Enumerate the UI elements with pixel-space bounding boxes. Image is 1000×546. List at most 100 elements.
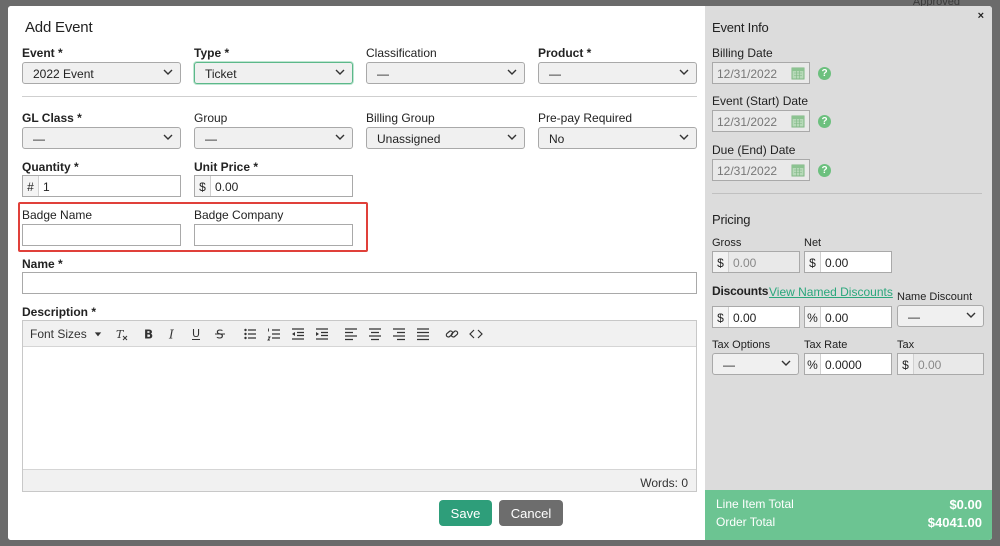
name-discount-label: Name Discount: [897, 291, 973, 303]
type-select[interactable]: Ticket: [194, 62, 353, 84]
close-icon[interactable]: ×: [978, 10, 984, 22]
align-right-icon[interactable]: [391, 326, 407, 342]
due-end-date-label: Due (End) Date: [712, 143, 796, 157]
chevron-down-icon: [335, 69, 345, 75]
discount-percent-field[interactable]: % 0.00: [804, 306, 892, 328]
tax-field: $ 0.00: [897, 353, 984, 375]
chevron-down-icon: [507, 134, 517, 140]
net-field[interactable]: $ 0.00: [804, 251, 892, 273]
event-start-date-value: 12/31/2022: [717, 115, 778, 129]
totals-bar: Line Item Total $0.00 Order Total $4041.…: [705, 490, 992, 540]
net-prefix: $: [805, 252, 821, 272]
product-select-value: —: [549, 67, 561, 81]
svg-text:B: B: [144, 328, 153, 342]
quantity-field[interactable]: # 1: [22, 175, 181, 197]
line-item-total-label: Line Item Total: [716, 497, 794, 511]
link-icon[interactable]: [444, 326, 460, 342]
due-end-date-input[interactable]: 12/31/2022: [712, 159, 810, 181]
strikethrough-icon[interactable]: S: [212, 326, 228, 342]
sidebar-divider: [712, 193, 982, 194]
prepay-select[interactable]: No: [538, 127, 697, 149]
gl-class-select[interactable]: —: [22, 127, 181, 149]
unit-price-value: 0.00: [215, 180, 239, 194]
classification-select[interactable]: —: [366, 62, 525, 84]
group-select-value: —: [205, 132, 217, 146]
event-select[interactable]: 2022 Event: [22, 62, 181, 84]
due-end-date-value: 12/31/2022: [717, 164, 778, 178]
align-center-icon[interactable]: [367, 326, 383, 342]
bold-icon[interactable]: B: [140, 326, 156, 342]
prepay-select-value: No: [549, 132, 565, 146]
help-icon[interactable]: ?: [818, 67, 831, 80]
quantity-value: 1: [43, 180, 50, 194]
gl-class-label: GL Class *: [22, 111, 82, 125]
classification-label: Classification: [366, 46, 437, 60]
tax-value: 0.00: [918, 358, 942, 372]
tax-options-value: —: [723, 358, 735, 372]
badge-name-label: Badge Name: [22, 208, 93, 222]
billing-date-value: 12/31/2022: [717, 67, 778, 81]
add-event-modal: Add Event Event * 2022 Event Type * Tick…: [8, 6, 992, 540]
calendar-icon[interactable]: [791, 163, 805, 177]
editor-status-bar: Words: 0: [23, 469, 696, 491]
modal-title: Add Event: [25, 19, 93, 36]
gross-label: Gross: [712, 237, 742, 249]
quantity-label: Quantity *: [22, 160, 79, 174]
event-start-date-input[interactable]: 12/31/2022: [712, 110, 810, 132]
caret-down-icon: [94, 332, 102, 337]
name-discount-select[interactable]: —: [897, 305, 984, 327]
line-item-total-value: $0.00: [949, 497, 982, 512]
event-start-date-label: Event (Start) Date: [712, 94, 809, 108]
product-select[interactable]: —: [538, 62, 697, 84]
italic-icon[interactable]: I: [164, 326, 180, 342]
chevron-down-icon: [679, 69, 689, 75]
chevron-down-icon: [163, 134, 173, 140]
group-select[interactable]: —: [194, 127, 353, 149]
billing-group-select[interactable]: Unassigned: [366, 127, 525, 149]
chevron-down-icon: [679, 134, 689, 140]
bullet-list-icon[interactable]: [242, 326, 258, 342]
event-label: Event *: [22, 46, 63, 60]
outdent-icon[interactable]: [290, 326, 306, 342]
unit-price-field[interactable]: $ 0.00: [194, 175, 353, 197]
tax-rate-field[interactable]: % 0.0000: [804, 353, 892, 375]
badge-name-input[interactable]: [22, 224, 181, 246]
chevron-down-icon: [781, 360, 791, 366]
order-total-value: $4041.00: [927, 515, 982, 530]
underline-icon[interactable]: U: [188, 326, 204, 342]
billing-date-input[interactable]: 12/31/2022: [712, 62, 810, 84]
tax-options-label: Tax Options: [712, 339, 771, 351]
help-icon[interactable]: ?: [818, 164, 831, 177]
chevron-down-icon: [966, 312, 976, 318]
section-divider: [22, 96, 697, 97]
save-button[interactable]: Save: [439, 500, 492, 526]
numbered-list-icon[interactable]: [266, 326, 282, 342]
align-left-icon[interactable]: [343, 326, 359, 342]
clear-format-icon[interactable]: T: [114, 326, 130, 342]
calendar-icon[interactable]: [791, 66, 805, 80]
name-input[interactable]: [22, 272, 697, 294]
main-form-panel: Add Event Event * 2022 Event Type * Tick…: [8, 6, 705, 540]
tax-rate-value: 0.0000: [825, 358, 862, 372]
chevron-down-icon: [163, 69, 173, 75]
tax-options-select[interactable]: —: [712, 353, 799, 375]
unit-price-label: Unit Price *: [194, 160, 259, 174]
code-icon[interactable]: [468, 326, 484, 342]
font-sizes-dropdown[interactable]: Font Sizes: [30, 326, 102, 342]
indent-icon[interactable]: [314, 326, 330, 342]
cancel-button[interactable]: Cancel: [499, 500, 563, 526]
pricing-title: Pricing: [712, 212, 751, 227]
type-select-value: Ticket: [205, 67, 237, 81]
gl-class-select-value: —: [33, 132, 45, 146]
align-justify-icon[interactable]: [415, 326, 431, 342]
discount-percent-prefix: %: [805, 307, 821, 327]
event-info-title: Event Info: [712, 20, 769, 35]
badge-company-input[interactable]: [194, 224, 353, 246]
calendar-icon[interactable]: [791, 114, 805, 128]
discount-amount-field[interactable]: $ 0.00: [712, 306, 800, 328]
font-sizes-label: Font Sizes: [30, 327, 87, 341]
help-icon[interactable]: ?: [818, 115, 831, 128]
view-named-discounts-link[interactable]: View Named Discounts: [769, 285, 893, 299]
description-editor[interactable]: Font Sizes T B I U S Words: 0: [22, 320, 697, 492]
gross-prefix: $: [713, 252, 729, 272]
